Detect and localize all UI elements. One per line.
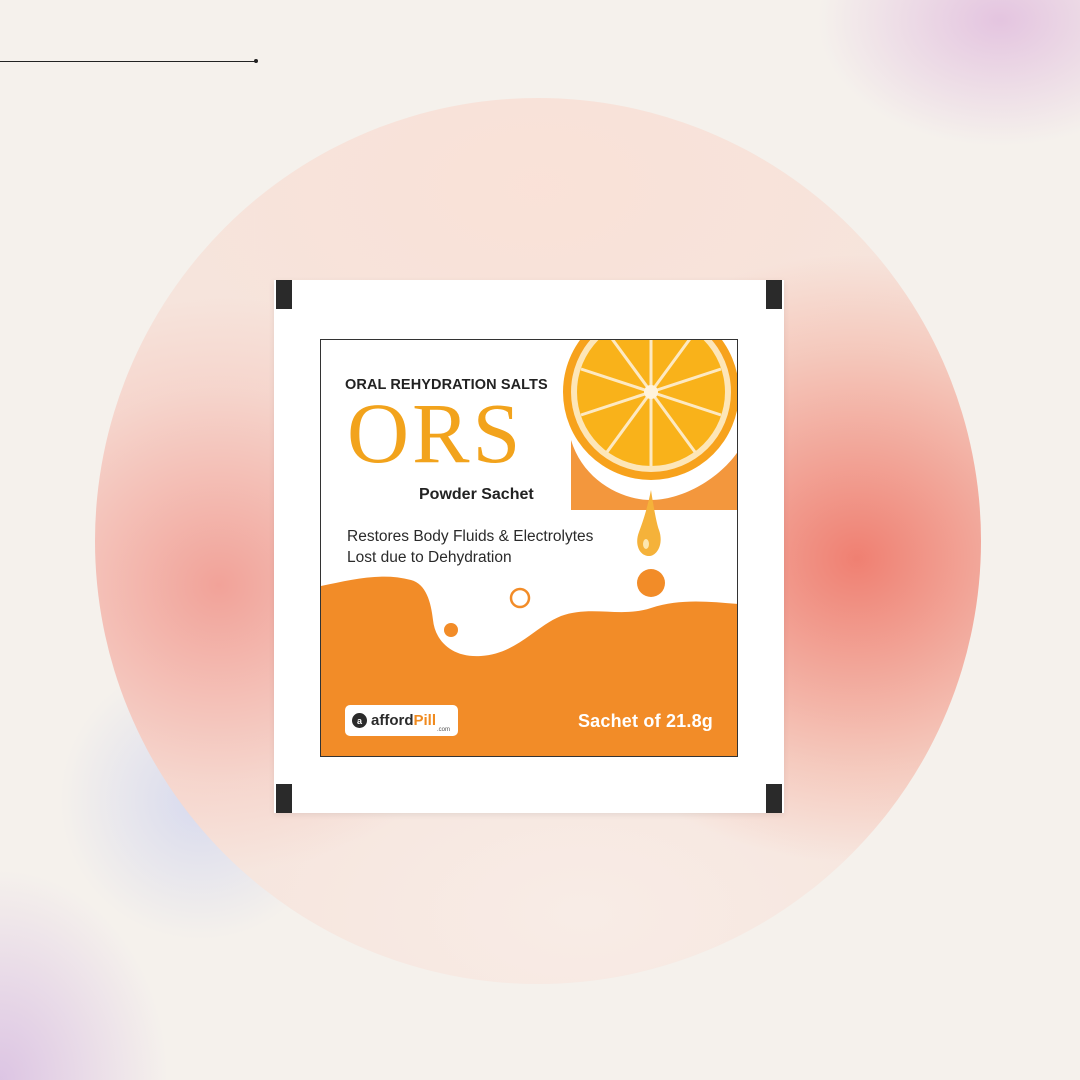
sachet-notch (766, 280, 782, 309)
claim-line: Lost due to Dehydration (347, 549, 512, 566)
sachet-notch (276, 280, 292, 309)
affordpill-logo: a afford Pill .com (345, 705, 458, 736)
decorative-line (0, 61, 256, 62)
sachet-notch (276, 784, 292, 813)
product-format: Powder Sachet (419, 486, 534, 503)
orange-slice-icon (563, 340, 737, 510)
logo-badge-icon: a (352, 713, 367, 728)
logo-text-pill: Pill (413, 712, 437, 729)
sachet-notch (766, 784, 782, 813)
bubble-large (637, 569, 665, 597)
brand-name: ORS (347, 385, 524, 481)
ors-sachet: ORAL REHYDRATION SALTS ORS Powder Sachet… (274, 280, 784, 813)
claim-line: Restores Body Fluids & Electrolytes (347, 528, 594, 545)
pack-size: Sachet of 21.8g (577, 711, 713, 731)
product-claim: Restores Body Fluids & Electrolytes Lost… (347, 526, 593, 568)
decorative-line-dot (254, 59, 258, 63)
bubble-ring (509, 587, 531, 609)
logo-text-com: .com (436, 727, 450, 733)
bubble-dot (444, 623, 458, 637)
sachet-label-panel: ORAL REHYDRATION SALTS ORS Powder Sachet… (320, 339, 738, 757)
logo-text-afford: afford (371, 712, 414, 729)
